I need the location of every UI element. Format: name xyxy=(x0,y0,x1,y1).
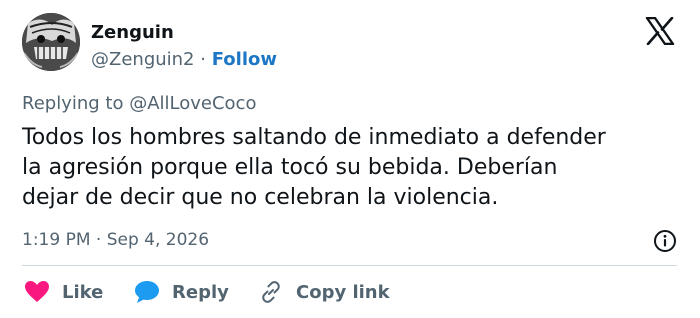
follow-button[interactable]: Follow xyxy=(212,49,277,70)
reply-label: Reply xyxy=(172,281,229,303)
copy-link-label: Copy link xyxy=(296,281,390,303)
link-icon xyxy=(262,281,280,303)
reply-context[interactable]: Replying to @AllLoveCoco xyxy=(22,92,256,116)
timestamp[interactable]: 1:19 PM · Sep 4, 2026 xyxy=(22,228,209,252)
info-icon[interactable] xyxy=(653,229,677,253)
tweet-line: Todos los hombres saltando de inmediato … xyxy=(22,125,606,150)
speech-bubble-icon xyxy=(135,281,159,303)
separator-dot: · xyxy=(200,49,206,70)
like-button[interactable]: Like xyxy=(24,279,103,305)
author-handle[interactable]: @Zenguin2 xyxy=(91,49,195,70)
tweet-line: la agresión porque ella tocó su bebida. … xyxy=(22,155,558,180)
copy-link-button[interactable]: Copy link xyxy=(258,279,390,305)
reply-button[interactable]: Reply xyxy=(134,279,229,305)
tweet-text: Todos los hombres saltando de inmediato … xyxy=(22,123,682,213)
heart-icon xyxy=(25,281,49,302)
divider xyxy=(22,265,677,266)
like-label: Like xyxy=(62,281,104,303)
tweet-line: dejar de decir que no celebran la violen… xyxy=(22,185,499,210)
author-handle-row: @Zenguin2 · Follow xyxy=(91,48,277,72)
author-name[interactable]: Zenguin xyxy=(91,21,174,45)
x-logo-icon[interactable] xyxy=(645,17,675,45)
avatar[interactable] xyxy=(22,13,80,71)
